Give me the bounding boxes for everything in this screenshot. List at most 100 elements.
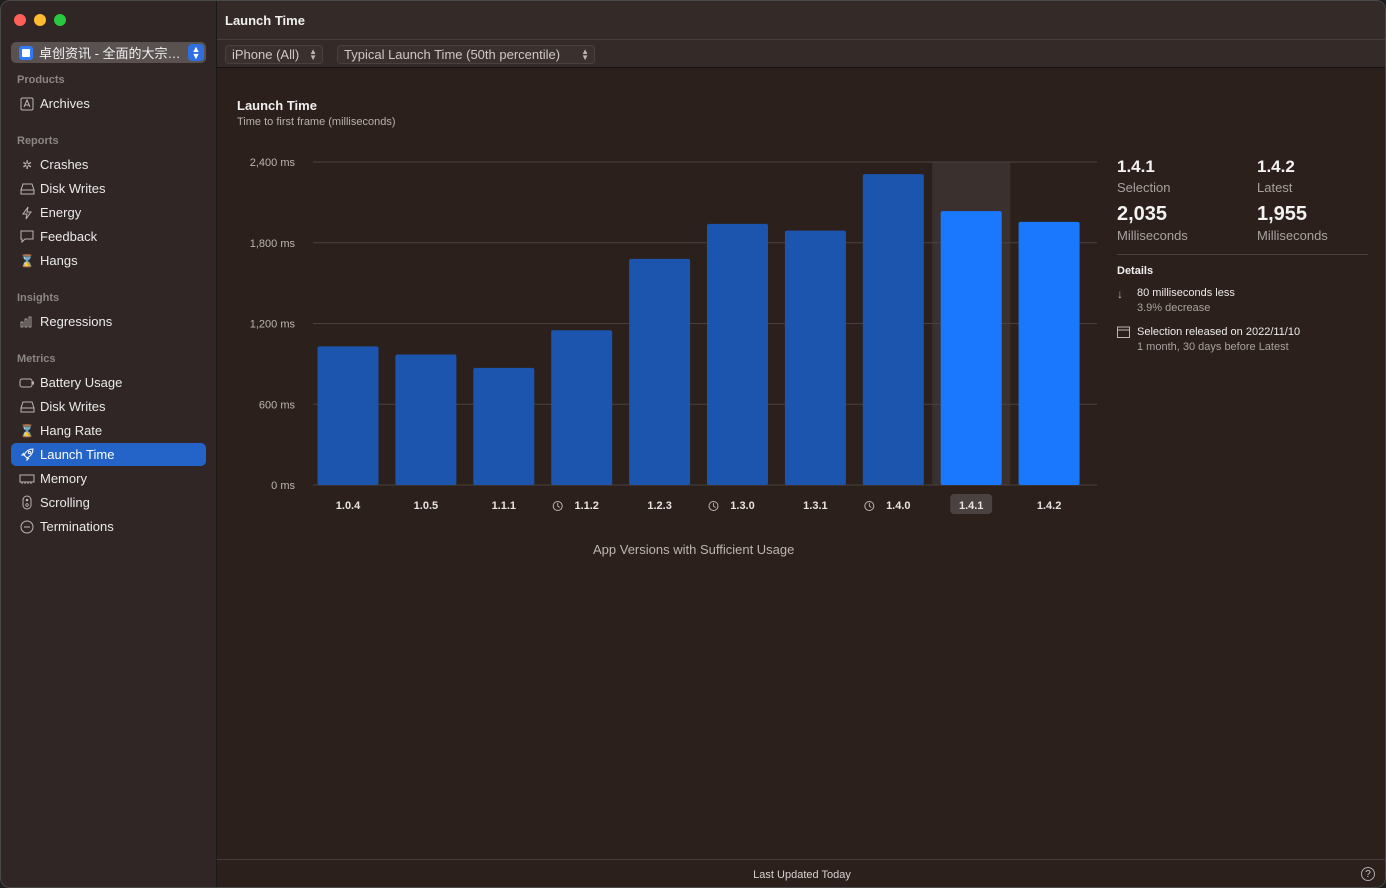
section-insights: Insights bbox=[17, 292, 60, 304]
bar-1.3.1 bbox=[784, 230, 846, 485]
sidebar-item-energy[interactable]: Energy bbox=[11, 201, 206, 224]
summary-divider bbox=[1117, 254, 1368, 255]
sidebar-item-crashes[interactable]: ✲ Crashes bbox=[11, 153, 206, 176]
sidebar-item-label: Energy bbox=[40, 205, 82, 220]
chevron-updown-icon: ▲ ▼ bbox=[309, 46, 317, 62]
sidebar-item-scrolling[interactable]: Scrolling bbox=[11, 491, 206, 514]
sidebar-item-label: Archives bbox=[40, 96, 90, 111]
bolt-icon bbox=[19, 205, 35, 221]
app-icon bbox=[19, 45, 33, 60]
y-tick-label: 1,200 ms bbox=[250, 319, 296, 331]
x-tick-label: 1.1.1 bbox=[492, 500, 516, 512]
x-tick-label: 1.4.2 bbox=[1037, 500, 1061, 512]
selection-label: Selection bbox=[1117, 180, 1171, 195]
y-tick-label: 0 ms bbox=[271, 480, 295, 492]
disk-icon bbox=[19, 399, 35, 415]
detail-secondary: 3.9% decrease bbox=[1137, 302, 1211, 314]
sidebar-item-terminations[interactable]: Terminations bbox=[11, 515, 206, 538]
hourglass-icon: ⌛ bbox=[19, 423, 35, 438]
sidebar-item-label: Disk Writes bbox=[40, 181, 106, 196]
chart-subtitle: Time to first frame (milliseconds) bbox=[237, 116, 396, 128]
selection-value: 2,035 bbox=[1117, 203, 1168, 225]
help-button[interactable]: ? bbox=[1361, 867, 1375, 881]
sidebar-item-regressions[interactable]: Regressions bbox=[11, 310, 206, 333]
version-marker-icon bbox=[868, 503, 872, 508]
memory-icon bbox=[19, 471, 35, 487]
y-tick-label: 2,400 ms bbox=[250, 157, 296, 169]
device-filter-popup[interactable]: iPhone (All) ▲ ▼ bbox=[225, 45, 323, 64]
bar-1.2.3 bbox=[629, 258, 691, 485]
close-window-button[interactable] bbox=[14, 14, 26, 26]
bar-1.4.0 bbox=[862, 174, 924, 486]
window-controls bbox=[14, 14, 66, 26]
sidebar-item-archives[interactable]: Archives bbox=[11, 92, 206, 115]
latest-label: Latest bbox=[1257, 180, 1293, 195]
last-updated-text: Last Updated Today bbox=[753, 869, 851, 881]
section-metrics: Metrics bbox=[17, 353, 56, 365]
detail-main: Selection released on 2022/11/10 bbox=[1137, 326, 1301, 338]
x-tick-label: 1.4.1 bbox=[959, 500, 983, 512]
sidebar-item-label: Disk Writes bbox=[40, 399, 106, 414]
x-tick-label: 1.3.1 bbox=[803, 500, 827, 512]
section-reports: Reports bbox=[17, 135, 59, 147]
x-tick-label: 1.3.0 bbox=[730, 500, 754, 512]
chevron-updown-icon: ▲ ▼ bbox=[188, 44, 204, 61]
status-footer: Last Updated Today ? bbox=[217, 859, 1385, 887]
detail-difference: ↓ 80 milliseconds less 3.9% decrease bbox=[1117, 287, 1235, 314]
detail-main: 80 milliseconds less bbox=[1137, 287, 1235, 299]
sidebar-item-feedback[interactable]: Feedback bbox=[11, 225, 206, 248]
rocket-icon bbox=[19, 447, 35, 463]
sidebar-item-launch-time[interactable]: Launch Time bbox=[11, 443, 206, 466]
hourglass-icon: ⌛ bbox=[19, 253, 35, 268]
x-tick-label: 1.2.3 bbox=[647, 500, 671, 512]
feedback-icon bbox=[19, 229, 35, 245]
crash-icon: ✲ bbox=[21, 157, 33, 172]
percentile-filter-value: Typical Launch Time (50th percentile) bbox=[344, 47, 561, 62]
chevron-updown-icon: ▲ ▼ bbox=[581, 46, 589, 62]
bar-1.0.4 bbox=[317, 346, 379, 485]
x-tick-label: 1.1.2 bbox=[574, 500, 598, 512]
sidebar-item-hangs[interactable]: ⌛ Hangs bbox=[11, 249, 206, 272]
sidebar-item-memory[interactable]: Memory bbox=[11, 467, 206, 490]
sidebar-item-label: Regressions bbox=[40, 314, 113, 329]
detail-release-date: Selection released on 2022/11/10 1 month… bbox=[1117, 326, 1300, 353]
bar-1.1.1 bbox=[473, 367, 535, 485]
disk-icon bbox=[19, 181, 35, 197]
battery-icon bbox=[19, 375, 35, 391]
details-title: Details bbox=[1117, 265, 1154, 277]
filter-toolbar: iPhone (All) ▲ ▼ Typical Launch Time (50t… bbox=[217, 39, 1385, 68]
sidebar: 卓创资讯 - 全面的大宗… ▲ ▼ Products Archives Repor… bbox=[1, 1, 217, 887]
x-tick-label: 1.0.4 bbox=[336, 500, 361, 512]
calendar-icon bbox=[1117, 326, 1131, 353]
terminate-icon bbox=[19, 519, 35, 535]
launch-time-bar-chart: 0 ms 600 ms 1,200 ms 1,800 ms 2,400 ms 1.0.4 1… bbox=[250, 157, 1097, 514]
sidebar-item-label: Memory bbox=[40, 471, 87, 486]
sidebar-item-label: Crashes bbox=[40, 157, 89, 172]
selection-version: 1.4.1 bbox=[1117, 157, 1155, 176]
x-tick-label: 1.4.0 bbox=[886, 500, 910, 512]
app-window: 卓创资讯 - 全面的大宗… ▲ ▼ Products Archives Repor… bbox=[0, 0, 1386, 888]
sidebar-item-label: Hang Rate bbox=[40, 423, 103, 438]
bar-1.0.5 bbox=[395, 354, 457, 485]
app-name: 卓创资讯 - 全面的大宗… bbox=[39, 46, 181, 61]
section-products: Products bbox=[17, 74, 65, 86]
zoom-window-button[interactable] bbox=[54, 14, 66, 26]
selection-unit: Milliseconds bbox=[1117, 228, 1188, 243]
sidebar-item-disk-writes-report[interactable]: Disk Writes bbox=[11, 177, 206, 200]
x-tick-label: 1.0.5 bbox=[414, 500, 438, 512]
y-tick-label: 600 ms bbox=[259, 399, 296, 411]
bar-1.4.1 bbox=[940, 211, 1002, 485]
latest-unit: Milliseconds bbox=[1257, 228, 1328, 243]
device-filter-value: iPhone (All) bbox=[232, 47, 300, 62]
bar-1.1.2 bbox=[551, 330, 613, 485]
sidebar-item-hang-rate[interactable]: ⌛ Hang Rate bbox=[11, 419, 206, 442]
percentile-filter-popup[interactable]: Typical Launch Time (50th percentile) ▲ ▼ bbox=[337, 45, 595, 64]
sidebar-item-battery-usage[interactable]: Battery Usage bbox=[11, 371, 206, 394]
app-selector[interactable]: 卓创资讯 - 全面的大宗… ▲ ▼ bbox=[11, 42, 206, 63]
minimize-window-button[interactable] bbox=[34, 14, 46, 26]
sidebar-item-disk-writes[interactable]: Disk Writes bbox=[11, 395, 206, 418]
bar-1.3.0 bbox=[707, 223, 768, 485]
bars-icon bbox=[19, 314, 35, 330]
sidebar-item-label: Hangs bbox=[40, 253, 78, 268]
sidebar-item-label: Terminations bbox=[40, 519, 114, 534]
